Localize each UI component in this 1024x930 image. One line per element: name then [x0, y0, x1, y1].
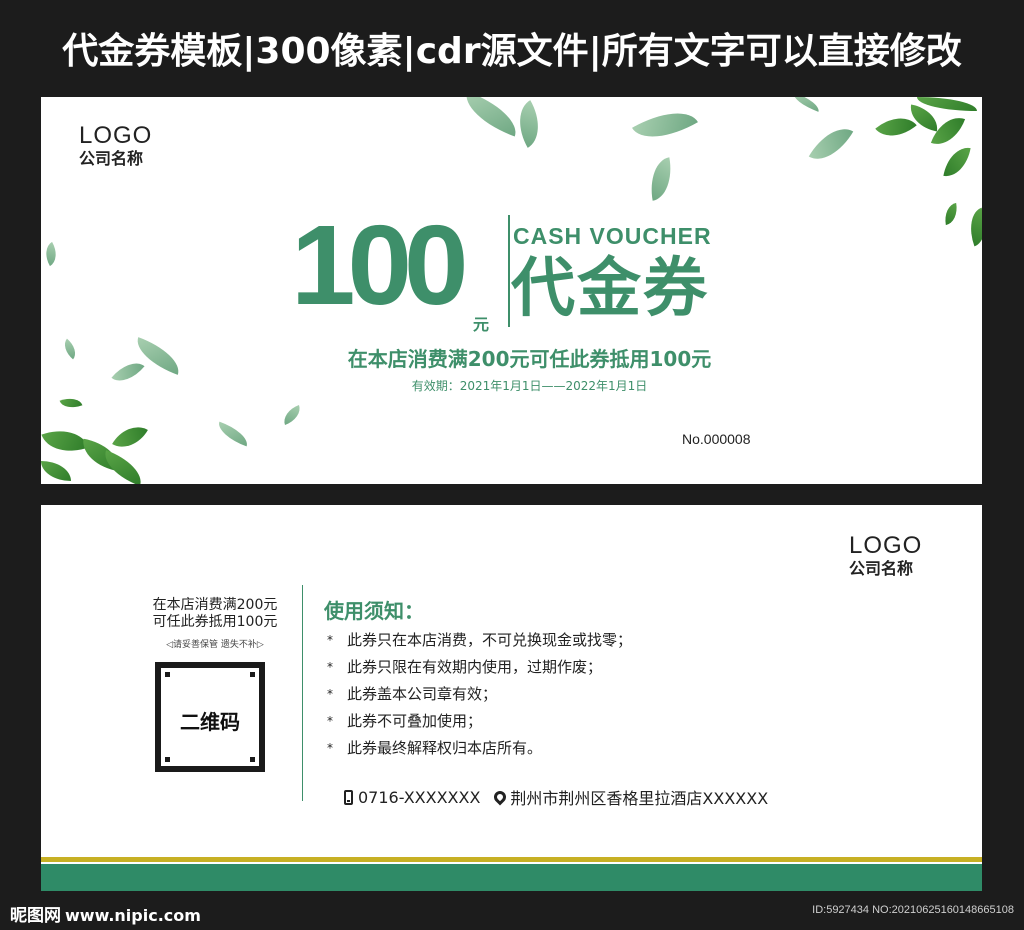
keep-note: ◁请妥善保管 遗失不补▷ [166, 640, 264, 650]
front-company-name: 公司名称 [79, 149, 144, 168]
section-divider [302, 585, 303, 801]
notice-item: * 此券只在本店消费，不可兑换现金或找零； [327, 627, 632, 654]
address: 荆州市荆州区香格里拉酒店XXXXXX [510, 789, 769, 808]
leaf-icon [917, 97, 977, 111]
usage-condition: 在本店消费满200元可任此券抵用100元 [347, 347, 712, 371]
leaf-icon [214, 421, 252, 447]
back-condition: 在本店消费满200元 可任此券抵用100元 [135, 597, 295, 631]
qr-corner-dot [165, 757, 170, 762]
notice-title: 使用须知： [324, 599, 424, 623]
qr-corner-dot [250, 757, 255, 762]
bullet-icon: * [327, 714, 333, 728]
qr-corner-dot [250, 672, 255, 677]
validity-period: 有效期：2021年1月1日——2022年1月1日 [411, 379, 648, 393]
watermark-brand: 昵图网 www.nipic.com [10, 901, 201, 926]
front-logo-text: LOGO [79, 122, 153, 149]
watermark-brand-name: 昵图网 [10, 906, 61, 926]
phone-number: 0716-XXXXXXX [358, 787, 481, 807]
voucher-amount: 100 [291, 201, 469, 329]
leaf-icon [41, 241, 63, 267]
back-logo-block: LOGO 公司名称 [849, 533, 922, 579]
voucher-title: 代金券 [511, 252, 709, 326]
gold-band [41, 857, 982, 862]
leaf-icon [930, 110, 966, 152]
serial-number: No.000008 [682, 431, 751, 447]
back-condition-line2: 可任此券抵用100元 [152, 614, 278, 630]
leaf-icon [962, 207, 982, 247]
location-pin-icon [491, 788, 509, 806]
bullet-icon: * [327, 741, 333, 755]
notice-list: * 此券只在本店消费，不可兑换现金或找零； * 此券只限在有效期内使用，过期作废； … [327, 627, 632, 762]
leaf-icon [458, 97, 524, 137]
leaf-icon [632, 97, 698, 153]
watermark-id: ID:5927434 NO:20210625160148665108 [812, 904, 1014, 916]
leaf-icon [808, 118, 854, 170]
leaf-icon [875, 106, 917, 148]
notice-item: * 此券盖本公司章有效； [327, 681, 632, 708]
leaf-icon [942, 202, 960, 226]
front-logo-block: LOGO 公司名称 [79, 123, 152, 169]
leaf-icon [507, 100, 551, 148]
title-divider [508, 215, 510, 327]
leaf-icon [645, 157, 677, 201]
notice-item: * 此券不可叠加使用； [327, 708, 632, 735]
notice-item: * 此券最终解释权归本店所有。 [327, 735, 632, 762]
green-band [41, 864, 982, 891]
notice-item: * 此券只限在有效期内使用，过期作废； [327, 654, 632, 681]
contact-info: 0716-XXXXXXX 荆州市荆州区香格里拉酒店XXXXXX [344, 785, 768, 809]
bullet-icon: * [327, 687, 333, 701]
voucher-back: LOGO 公司名称 在本店消费满200元 可任此券抵用100元 ◁请妥善保管 遗… [41, 505, 982, 891]
bullet-icon: * [327, 660, 333, 674]
back-logo-text: LOGO [849, 532, 923, 559]
phone-icon [344, 789, 353, 805]
leaf-icon [790, 97, 822, 112]
qr-code-placeholder: 二维码 [155, 662, 265, 772]
qr-label: 二维码 [180, 710, 240, 734]
leaf-icon [280, 405, 304, 425]
back-condition-line1: 在本店消费满200元 [152, 597, 278, 613]
leaf-icon [59, 393, 83, 413]
leaf-icon [41, 421, 89, 461]
leaf-icon [41, 461, 71, 481]
bullet-icon: * [327, 633, 333, 647]
back-company-name: 公司名称 [849, 559, 914, 578]
voucher-front: LOGO 公司名称 100 元 CASH VOUCHER 代金券 在本店消费满2… [41, 97, 982, 484]
leaf-icon [112, 418, 148, 456]
qr-corner-dot [165, 672, 170, 677]
amount-unit: 元 [473, 315, 490, 334]
cash-voucher-label: CASH VOUCHER [513, 223, 712, 249]
leaf-icon [943, 144, 971, 180]
page-title: 代金券模板|300像素|cdr源文件|所有文字可以直接修改 [62, 31, 962, 72]
watermark-site: www.nipic.com [65, 906, 201, 925]
